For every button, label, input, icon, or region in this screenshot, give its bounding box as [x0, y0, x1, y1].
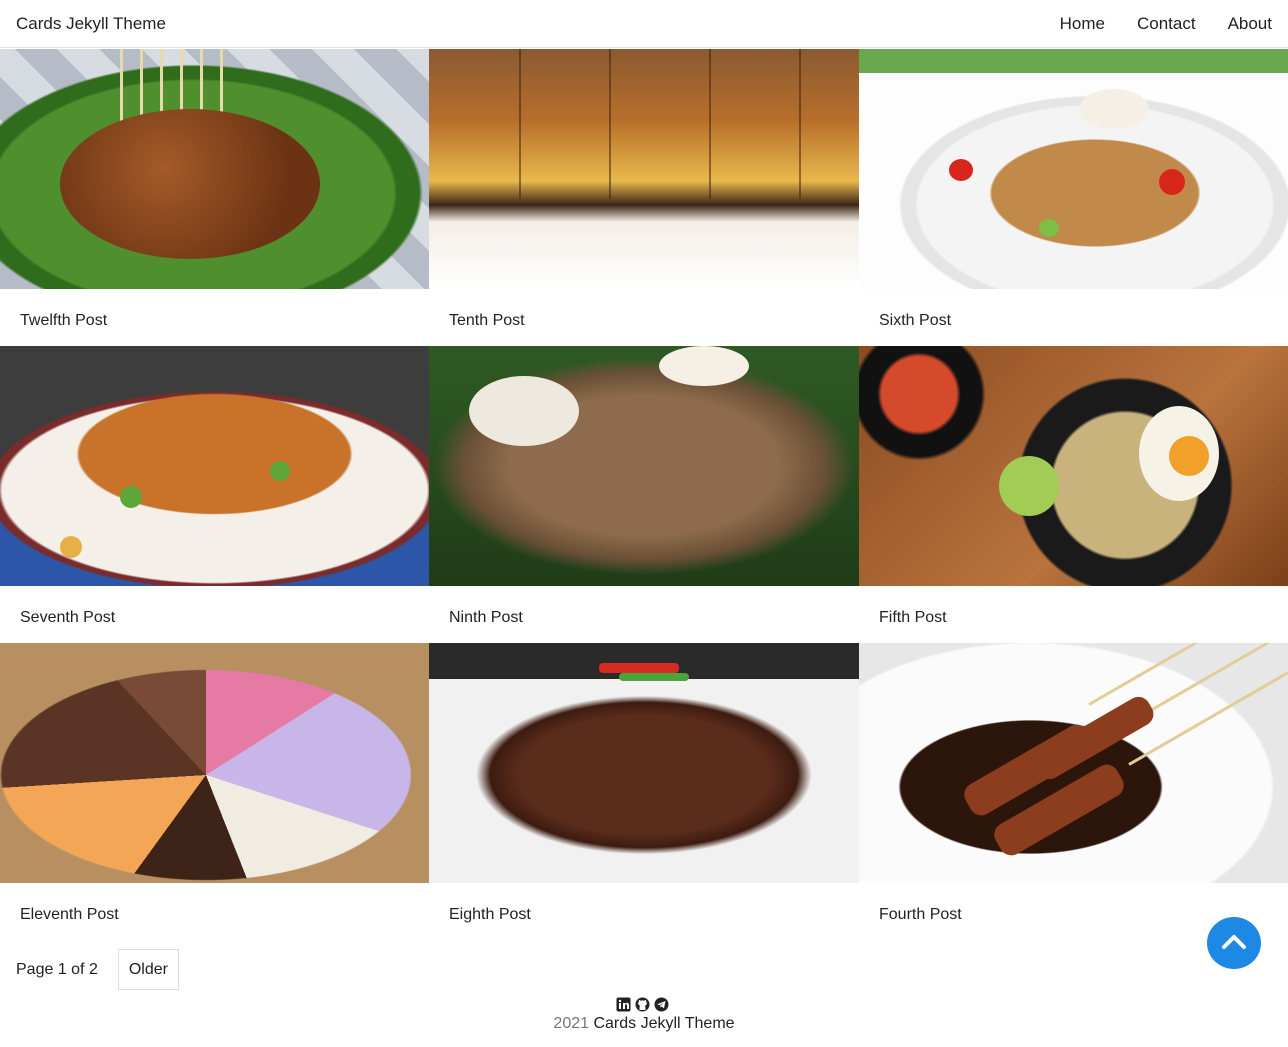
post-title[interactable]: Fourth Post [879, 906, 962, 924]
pagination: Page 1 of 2 Older [16, 949, 179, 990]
chevron-up-icon [1221, 932, 1247, 955]
footer-year: 2021 [553, 1015, 590, 1032]
post-title[interactable]: Twelfth Post [20, 312, 107, 330]
post-card[interactable]: Eleventh Post [0, 643, 429, 940]
post-image[interactable] [859, 643, 1288, 883]
older-posts-button[interactable]: Older [117, 949, 179, 990]
nav-contact-link[interactable]: Contact [1137, 14, 1196, 34]
top-navbar: Cards Jekyll Theme Home Contact About [0, 0, 1288, 48]
page-indicator: Page 1 of 2 [16, 960, 98, 978]
nav-home-link[interactable]: Home [1060, 14, 1105, 34]
post-image[interactable] [859, 346, 1288, 586]
post-card[interactable]: Sixth Post [859, 49, 1288, 346]
post-card[interactable]: Fourth Post [859, 643, 1288, 940]
post-card[interactable]: Fifth Post [859, 346, 1288, 643]
post-title[interactable]: Sixth Post [879, 312, 951, 330]
post-title[interactable]: Eleventh Post [20, 906, 119, 924]
post-image[interactable] [859, 49, 1288, 289]
social-links [616, 997, 669, 1012]
post-card[interactable]: Tenth Post [429, 49, 859, 346]
post-image[interactable] [0, 643, 429, 883]
telegram-icon[interactable] [654, 997, 669, 1012]
github-icon[interactable] [635, 997, 650, 1012]
post-image[interactable] [0, 49, 429, 289]
site-brand-link[interactable]: Cards Jekyll Theme [16, 14, 166, 34]
post-title[interactable]: Seventh Post [20, 609, 115, 627]
post-image[interactable] [429, 49, 859, 289]
scroll-to-top-button[interactable] [1207, 917, 1261, 969]
site-footer: 2021 Cards Jekyll Theme [0, 1015, 1288, 1033]
post-image[interactable] [0, 346, 429, 586]
footer-site-name: Cards Jekyll Theme [593, 1015, 735, 1032]
post-image[interactable] [429, 346, 859, 586]
post-card[interactable]: Seventh Post [0, 346, 429, 643]
post-card[interactable]: Eighth Post [429, 643, 859, 940]
post-title[interactable]: Eighth Post [449, 906, 531, 924]
post-card-grid: Twelfth Post Tenth Post Sixth Post Seven… [0, 49, 1288, 940]
post-card[interactable]: Twelfth Post [0, 49, 429, 346]
post-title[interactable]: Ninth Post [449, 609, 523, 627]
post-title[interactable]: Fifth Post [879, 609, 947, 627]
post-card[interactable]: Ninth Post [429, 346, 859, 643]
post-image[interactable] [429, 643, 859, 883]
nav-about-link[interactable]: About [1228, 14, 1272, 34]
main-nav: Home Contact About [1060, 14, 1272, 34]
linkedin-icon[interactable] [616, 997, 631, 1012]
post-title[interactable]: Tenth Post [449, 312, 525, 330]
